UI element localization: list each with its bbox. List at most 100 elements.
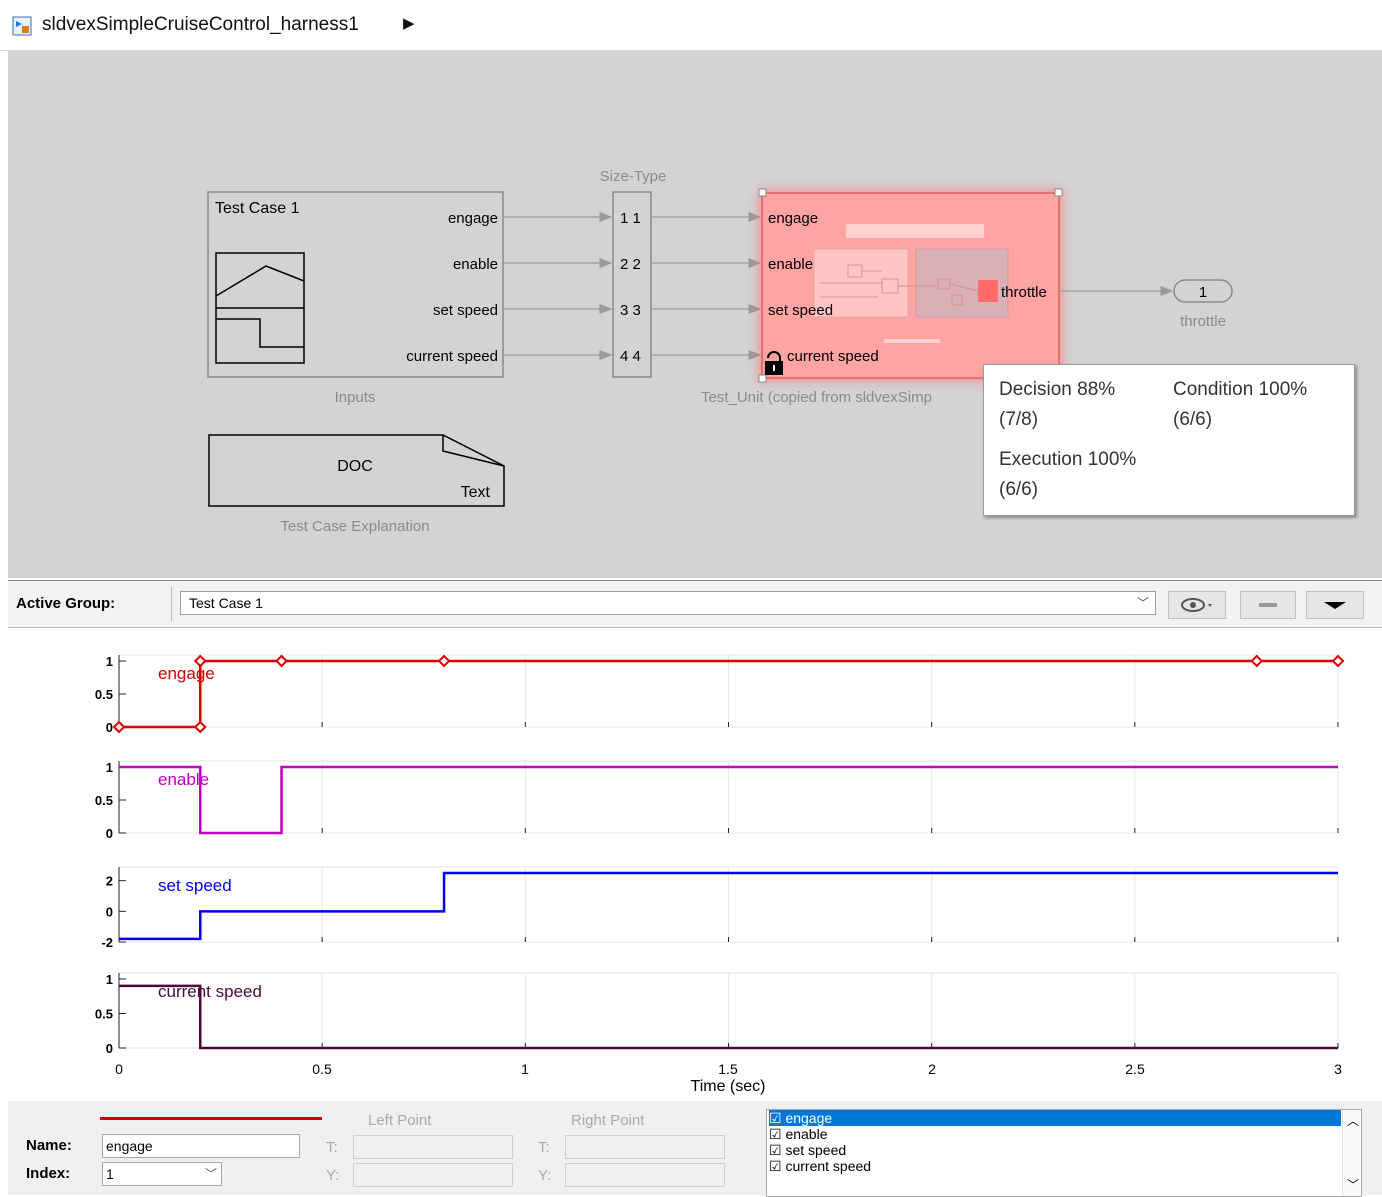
- y-tick-label: 0.5: [95, 793, 113, 808]
- test-unit-outport-throttle: throttle: [1001, 284, 1047, 301]
- signal-name-field[interactable]: engage: [102, 1134, 300, 1158]
- signal-lines-in: [503, 211, 613, 361]
- condition-coverage-fraction: (6/6): [1173, 409, 1213, 430]
- signal-label-engage: engage: [158, 664, 215, 683]
- execution-coverage: Execution 100%: [999, 449, 1137, 470]
- checkbox-checked-icon[interactable]: ☑: [769, 1126, 782, 1142]
- test-unit-port-enable: enable: [768, 256, 813, 273]
- signal-list[interactable]: ☑ engage ☑ enable ☑ set speed ☑ current …: [766, 1109, 1362, 1197]
- signal-index-select[interactable]: 1 ﹀: [102, 1162, 222, 1186]
- signal-builder-toolbar: Active Group: Test Case 1 ﹀: [8, 581, 1382, 628]
- plot-enable[interactable]: 1 0.5 0 enable: [95, 760, 1339, 841]
- x-axis: 0 0.5 1 1.5 2 2.5 3 Time (sec): [115, 1061, 1342, 1095]
- size-type-caption: Size-Type: [600, 168, 667, 185]
- y-tick-label: 0.5: [95, 1007, 113, 1022]
- signal-line-swatch: [100, 1117, 322, 1120]
- signal-index-value: 1: [106, 1166, 114, 1182]
- scroll-down-icon[interactable]: ﹀: [1347, 1176, 1359, 1193]
- x-tick-label: 3: [1334, 1061, 1342, 1077]
- signal-label-current-speed: current speed: [158, 982, 262, 1001]
- breadcrumb-arrow-icon[interactable]: ▶: [403, 14, 415, 32]
- signal-plots[interactable]: 10.50engage10.50enable20-2set speed10.50…: [8, 628, 1382, 1098]
- simulink-model-icon: [12, 16, 32, 36]
- signal-list-item-set-speed[interactable]: ☑ set speed: [769, 1142, 1341, 1158]
- y-tick-label: 0.5: [95, 687, 113, 702]
- x-tick-label: 1: [521, 1061, 529, 1077]
- x-tick-label: 1.5: [718, 1061, 738, 1077]
- signal-lines-mid: [651, 211, 762, 361]
- coverage-tooltip: Decision 88% (7/8) Condition 100% (6/6) …: [983, 364, 1355, 516]
- chevron-down-icon: ﹀: [204, 1167, 217, 1181]
- index-label: Index:: [26, 1165, 71, 1182]
- signal-list-item-enable[interactable]: ☑ enable: [769, 1126, 1341, 1142]
- scroll-up-icon[interactable]: ︿: [1347, 1112, 1359, 1129]
- decision-coverage-fraction: (7/8): [999, 409, 1039, 430]
- inputs-block[interactable]: Test Case 1 engage enable set speed curr…: [207, 191, 504, 378]
- signal-list-item-engage[interactable]: ☑ engage: [769, 1110, 1341, 1126]
- inputs-port-engage: engage: [448, 210, 498, 227]
- y-tick-label: 0: [106, 720, 113, 735]
- y-tick-label: 0: [106, 904, 113, 919]
- signal-label-set-speed: set speed: [158, 876, 232, 895]
- x-tick-label: 2.5: [1125, 1061, 1145, 1077]
- size-type-row-3: 3 3: [620, 302, 641, 319]
- left-point-t-field[interactable]: [353, 1135, 513, 1159]
- outport-number: 1: [1199, 284, 1207, 301]
- execution-coverage-fraction: (6/6): [999, 479, 1039, 500]
- signal-builder-panel: Active Group: Test Case 1 ﹀ 1 0.5 0 engage 1…: [8, 580, 1382, 1197]
- active-group-value: Test Case 1: [189, 595, 263, 611]
- signal-visibility-icon: [1181, 598, 1212, 612]
- checkbox-checked-icon[interactable]: ☑: [769, 1110, 782, 1126]
- signal-visibility-button[interactable]: [1168, 591, 1226, 619]
- outport-caption: throttle: [1180, 313, 1226, 330]
- y-tick-label: 1: [106, 972, 113, 987]
- title-bar: sldvexSimpleCruiseControl_harness1 ▶: [0, 0, 1382, 51]
- doc-block[interactable]: DOC Text: [208, 434, 505, 507]
- checkbox-checked-icon[interactable]: ☑: [769, 1142, 782, 1158]
- signal-list-item-current-speed[interactable]: ☑ current speed: [769, 1158, 1341, 1174]
- inputs-port-current-speed: current speed: [406, 348, 498, 365]
- y-tick-label: 1: [106, 654, 113, 669]
- right-point-t-field[interactable]: [565, 1135, 725, 1159]
- inputs-block-title: Test Case 1: [215, 200, 300, 217]
- menu-dropdown-button[interactable]: [1306, 591, 1364, 619]
- model-breadcrumb[interactable]: sldvexSimpleCruiseControl_harness1: [42, 14, 359, 36]
- right-point-label: Right Point: [571, 1112, 645, 1129]
- signal-properties-area: Name: engage Index: 1 ﹀ Left Point Right…: [8, 1101, 1382, 1197]
- test-unit-port-set-speed: set speed: [768, 302, 833, 319]
- test-unit-caption: Test_Unit (copied from sldvexSimp: [701, 389, 932, 406]
- x-axis-label: Time (sec): [691, 1078, 766, 1095]
- size-type-row-2: 2 2: [620, 256, 641, 273]
- checkbox-checked-icon[interactable]: ☑: [769, 1158, 782, 1174]
- active-group-label: Active Group:: [16, 595, 116, 612]
- y-tick-label: 0: [106, 1041, 113, 1056]
- signal-label-enable: enable: [158, 770, 209, 789]
- toolbar-button-disabled[interactable]: [1240, 591, 1296, 619]
- plot-current-speed[interactable]: 1 0.5 0 current speed: [95, 972, 1339, 1056]
- y-tick-label: 0: [106, 826, 113, 841]
- right-t-label: T:: [538, 1139, 550, 1156]
- doc-block-caption: Test Case Explanation: [280, 518, 429, 535]
- condition-coverage: Condition 100%: [1173, 379, 1308, 400]
- signal-list-scrollbar[interactable]: ︿ ﹀: [1342, 1110, 1361, 1196]
- x-tick-label: 0.5: [312, 1061, 332, 1077]
- doc-block-subtitle: Text: [461, 484, 491, 501]
- active-group-select[interactable]: Test Case 1 ﹀: [180, 591, 1156, 615]
- toolbar-separator: [171, 587, 172, 621]
- left-point-y-field[interactable]: [353, 1163, 513, 1187]
- right-point-y-field[interactable]: [565, 1163, 725, 1187]
- menu-dropdown-icon: [1324, 602, 1346, 609]
- size-type-block[interactable]: 1 1 2 2 3 3 4 4: [612, 191, 652, 378]
- size-type-row-1: 1 1: [620, 210, 641, 227]
- left-y-label: Y:: [326, 1167, 340, 1184]
- test-unit-block[interactable]: engage enable set speed current speed th…: [758, 188, 1063, 383]
- right-y-label: Y:: [538, 1167, 552, 1184]
- doc-block-title: DOC: [337, 458, 373, 475]
- inputs-port-enable: enable: [453, 256, 498, 273]
- plot-set-speed[interactable]: 2 0 -2 set speed: [101, 866, 1339, 950]
- plot-engage[interactable]: 1 0.5 0 engage: [95, 654, 1345, 735]
- size-type-row-4: 4 4: [620, 348, 641, 365]
- x-tick-label: 2: [928, 1061, 936, 1077]
- outport-block[interactable]: 1: [1173, 279, 1233, 303]
- test-unit-port-current-speed: current speed: [787, 348, 879, 365]
